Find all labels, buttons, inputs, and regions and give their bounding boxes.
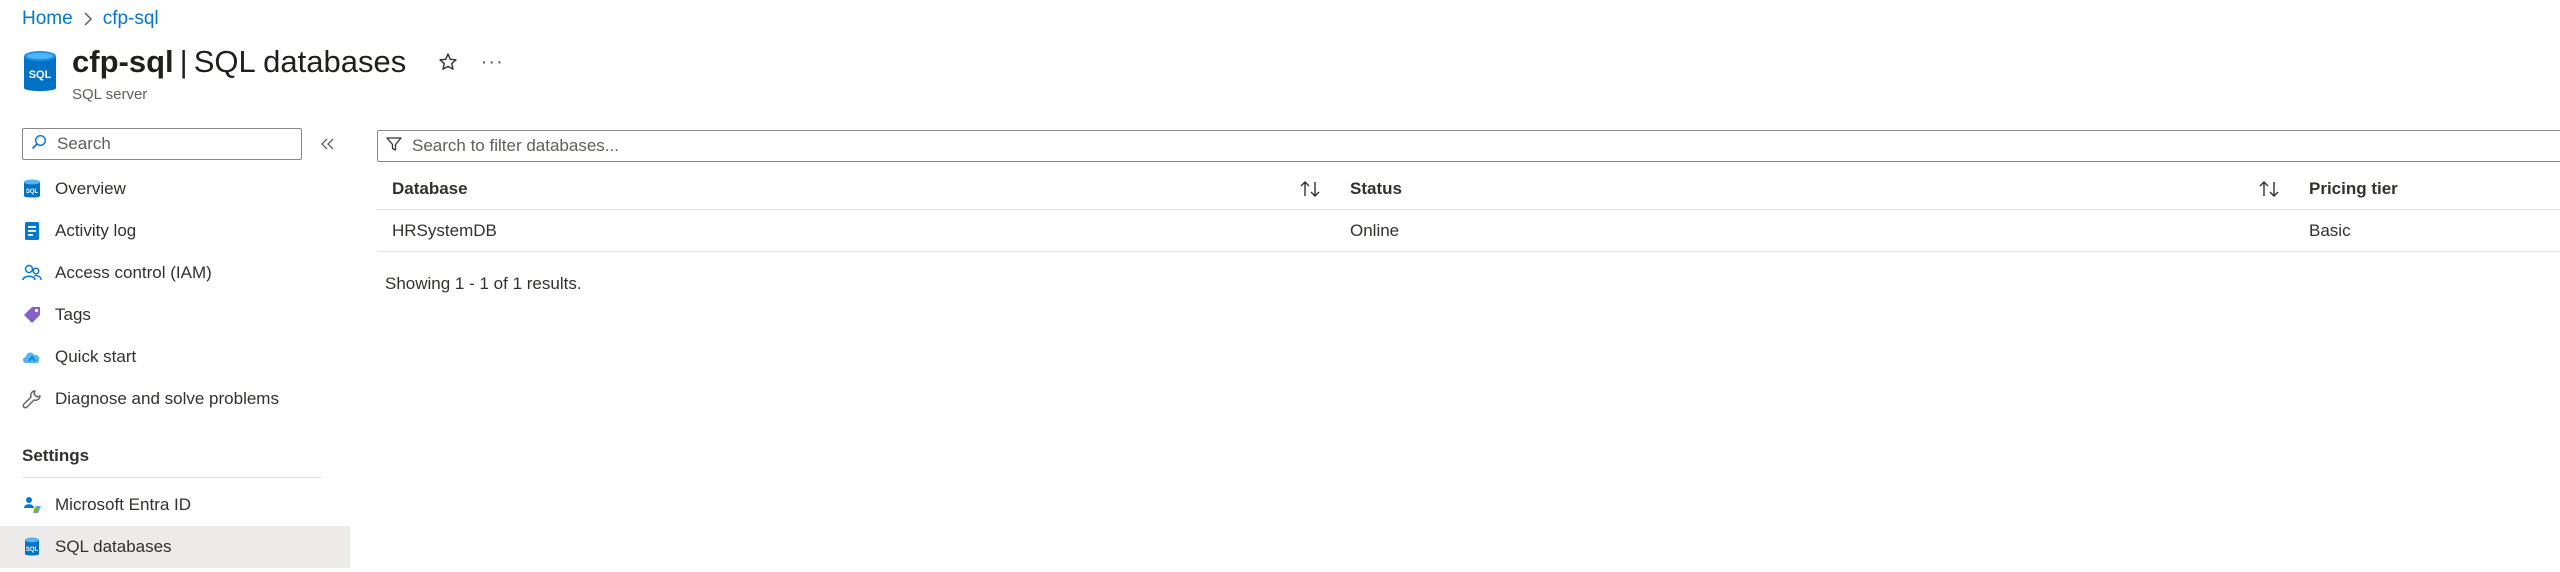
people-icon — [22, 263, 42, 283]
column-header-pricing-tier[interactable]: Pricing tier — [2309, 168, 2398, 210]
sidebar-item-quick-start[interactable]: Quick start — [0, 336, 350, 378]
sidebar-item-label: Microsoft Entra ID — [55, 495, 192, 514]
sidebar-search-box[interactable] — [22, 128, 302, 160]
collapse-sidebar-icon[interactable] — [318, 134, 338, 154]
breadcrumb-current-link[interactable]: cfp-sql — [103, 8, 159, 30]
sort-arrows-icon[interactable] — [2257, 179, 2281, 199]
sidebar-item-entra-id[interactable]: Microsoft Entra ID — [0, 484, 350, 526]
sidebar-item-label: Quick start — [55, 347, 137, 366]
column-header-status[interactable]: Status — [1350, 168, 1402, 210]
page-title: cfp-sql | SQL databases — [72, 44, 406, 80]
database-filter-box[interactable] — [377, 130, 2560, 162]
wrench-icon — [22, 389, 42, 409]
sidebar-item-label: Overview — [55, 179, 126, 198]
sidebar-item-label: Access control (IAM) — [55, 263, 212, 282]
cell-pricing-tier: Basic — [2309, 221, 2351, 240]
breadcrumb: Home cfp-sql — [22, 8, 159, 30]
title-divider: | — [179, 44, 188, 79]
sidebar-item-label: SQL databases — [55, 537, 172, 556]
sidebar-item-access-control[interactable]: Access control (IAM) — [0, 252, 350, 294]
sort-arrows-icon[interactable] — [1298, 179, 1322, 199]
sidebar-item-sql-databases[interactable]: SQL SQL databases — [0, 526, 350, 568]
svg-text:SQL: SQL — [26, 547, 39, 553]
sidebar-item-label: Diagnose and solve problems — [55, 389, 279, 408]
sidebar-item-overview[interactable]: SQL Overview — [0, 168, 350, 210]
databases-table: Database Status Pricing tier HRSystemDB … — [377, 168, 2560, 252]
title-block: cfp-sql | SQL databases ··· SQL server — [72, 44, 504, 103]
search-icon — [31, 134, 47, 155]
sidebar: SQL Overview Activity log Access control… — [0, 124, 350, 572]
resource-type-subtitle: SQL server — [72, 86, 148, 103]
favorite-star-icon[interactable] — [436, 50, 460, 74]
more-options-icon[interactable]: ··· — [480, 50, 504, 74]
breadcrumb-home-link[interactable]: Home — [22, 8, 73, 30]
sidebar-item-tags[interactable]: Tags — [0, 294, 350, 336]
activity-log-icon — [22, 221, 42, 241]
sidebar-item-activity-log[interactable]: Activity log — [0, 210, 350, 252]
settings-section-header: Settings — [22, 446, 90, 465]
blade-title: SQL databases — [193, 44, 407, 79]
tag-icon — [22, 305, 42, 325]
table-row[interactable]: HRSystemDB Online Basic — [377, 210, 2560, 252]
sql-server-icon: SQL — [22, 179, 42, 199]
svg-text:SQL: SQL — [29, 69, 52, 81]
resource-name: cfp-sql — [72, 44, 174, 79]
svg-text:SQL: SQL — [26, 189, 39, 195]
table-header-row: Database Status Pricing tier — [377, 168, 2560, 210]
sql-database-icon: SQL — [22, 537, 42, 557]
entra-id-icon — [22, 495, 42, 515]
sidebar-item-diagnose[interactable]: Diagnose and solve problems — [0, 378, 350, 420]
section-divider — [22, 477, 322, 478]
title-row: cfp-sql | SQL databases ··· — [72, 44, 504, 80]
results-count: Showing 1 - 1 of 1 results. — [385, 274, 582, 293]
cell-database[interactable]: HRSystemDB — [392, 210, 497, 252]
sidebar-item-label: Tags — [55, 305, 91, 324]
column-header-database[interactable]: Database — [392, 168, 468, 210]
sidebar-item-label: Activity log — [55, 221, 137, 240]
sidebar-search-input[interactable] — [55, 133, 285, 155]
cloud-quickstart-icon — [22, 347, 42, 367]
chevron-right-icon — [83, 12, 93, 26]
cell-status: Online — [1350, 221, 1400, 240]
page-header: SQL cfp-sql | SQL databases ··· SQL server — [22, 44, 504, 103]
sql-server-icon: SQL — [22, 50, 58, 94]
database-filter-input[interactable] — [410, 135, 1010, 157]
filter-icon — [386, 136, 402, 157]
